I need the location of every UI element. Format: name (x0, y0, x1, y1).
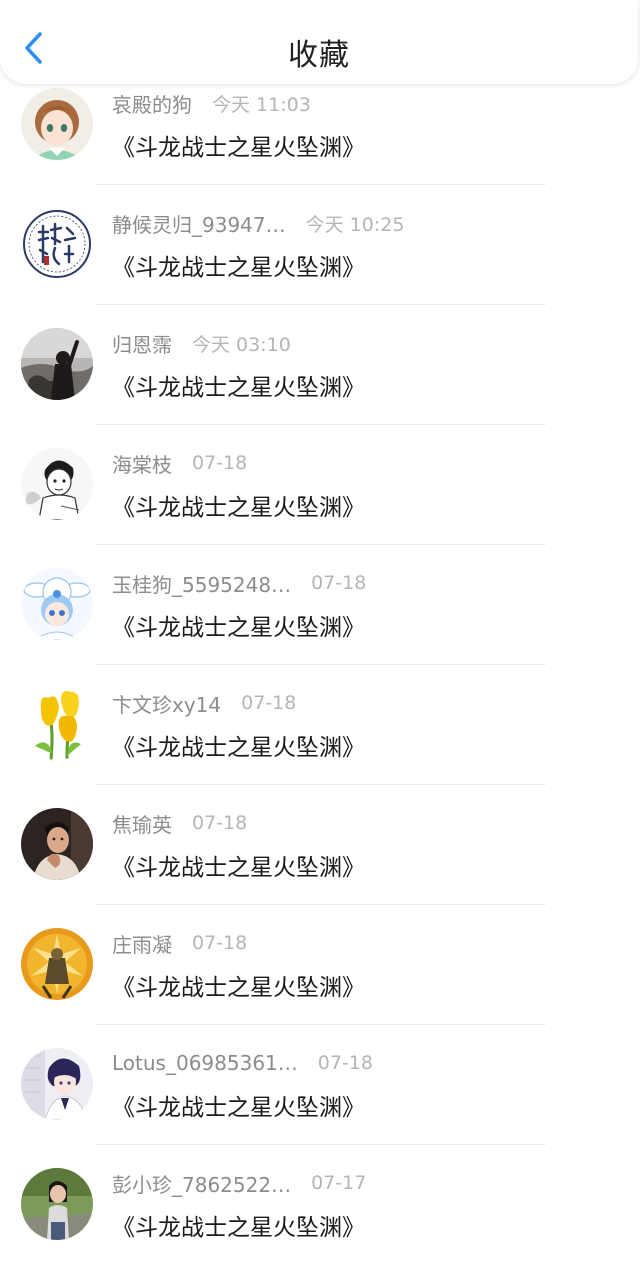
avatar-cinnamoroll-girl-image (21, 568, 93, 640)
avatar[interactable] (21, 1168, 93, 1240)
avatar-girl-outdoor-image (21, 1168, 93, 1240)
item-meta: Lotus_06985361… 07-18 (112, 1050, 373, 1076)
list-item[interactable]: 卞文珍xy14 07-18 《斗龙战士之星火坠渊》 (0, 688, 640, 808)
book-title[interactable]: 《斗龙战士之星火坠渊》 (112, 968, 365, 1002)
divider (96, 1144, 546, 1145)
avatar[interactable] (21, 208, 93, 280)
divider (96, 424, 546, 425)
username[interactable]: 哀殿的狗 (112, 89, 192, 118)
book-title[interactable]: 《斗龙战士之星火坠渊》 (112, 368, 365, 402)
username[interactable]: 彭小珍_7862522… (112, 1169, 291, 1198)
timestamp: 07-18 (192, 932, 248, 954)
timestamp: 07-18 (311, 572, 367, 594)
avatar[interactable] (21, 328, 93, 400)
username[interactable]: 卞文珍xy14 (112, 689, 221, 718)
top-nav-bar: 收藏 (0, 0, 638, 84)
timestamp: 今天 11:03 (212, 93, 311, 116)
item-meta: 静候灵归_93947… 今天 10:25 (112, 209, 405, 238)
username[interactable]: 庄雨凝 (112, 929, 172, 958)
item-meta: 玉桂狗_5595248… 07-18 (112, 569, 367, 598)
avatar-calligraphy-seal-image (21, 208, 93, 280)
avatar[interactable] (21, 928, 93, 1000)
book-title[interactable]: 《斗龙战士之星火坠渊》 (112, 1208, 365, 1242)
avatar-girl-silhouette-image (21, 328, 93, 400)
item-meta: 卞文珍xy14 07-18 (112, 689, 297, 718)
divider (96, 664, 546, 665)
avatar-anime-boy-image (21, 1048, 93, 1120)
avatar-young-man-image (21, 808, 93, 880)
page-title: 收藏 (288, 38, 350, 73)
timestamp: 07-18 (192, 812, 248, 834)
item-meta: 焦瑜英 07-18 (112, 809, 248, 838)
list-item[interactable]: 焦瑜英 07-18 《斗龙战士之星火坠渊》 (0, 808, 640, 928)
username[interactable]: 海棠枝 (112, 449, 172, 478)
avatar[interactable] (21, 448, 93, 520)
timestamp: 今天 03:10 (192, 333, 291, 356)
book-title[interactable]: 《斗龙战士之星火坠渊》 (112, 848, 365, 882)
username[interactable]: Lotus_06985361… (112, 1051, 298, 1075)
book-title[interactable]: 《斗龙战士之星火坠渊》 (112, 128, 365, 162)
avatar-yellow-tulips-image (21, 688, 93, 760)
book-title[interactable]: 《斗龙战士之星火坠渊》 (112, 608, 365, 642)
item-meta: 彭小珍_7862522… 07-17 (112, 1169, 367, 1198)
item-meta: 归恩霈 今天 03:10 (112, 329, 291, 358)
book-title[interactable]: 《斗龙战士之星火坠渊》 (112, 488, 365, 522)
divider (96, 304, 546, 305)
avatar-golden-creature-image (21, 928, 93, 1000)
book-title[interactable]: 《斗龙战士之星火坠渊》 (112, 728, 365, 762)
book-title[interactable]: 《斗龙战士之星火坠渊》 (112, 248, 365, 282)
list-item[interactable]: 彭小珍_7862522… 07-17 《斗龙战士之星火坠渊》 (0, 1168, 640, 1288)
timestamp: 07-17 (311, 1172, 367, 1194)
avatar-anime-girl-image (21, 88, 93, 160)
list-item[interactable]: Lotus_06985361… 07-18 《斗龙战士之星火坠渊》 (0, 1048, 640, 1168)
avatar[interactable] (21, 568, 93, 640)
username[interactable]: 静候灵归_93947… (112, 209, 286, 238)
timestamp: 07-18 (192, 452, 248, 474)
username[interactable]: 玉桂狗_5595248… (112, 569, 291, 598)
avatar[interactable] (21, 88, 93, 160)
timestamp: 07-18 (241, 692, 297, 714)
list-item[interactable]: 哀殿的狗 今天 11:03 《斗龙战士之星火坠渊》 (0, 88, 640, 208)
list-item[interactable]: 归恩霈 今天 03:10 《斗龙战士之星火坠渊》 (0, 328, 640, 448)
avatar[interactable] (21, 1048, 93, 1120)
divider (96, 184, 546, 185)
username[interactable]: 焦瑜英 (112, 809, 172, 838)
item-meta: 庄雨凝 07-18 (112, 929, 248, 958)
divider (96, 544, 546, 545)
divider (96, 904, 546, 905)
username[interactable]: 归恩霈 (112, 329, 172, 358)
timestamp: 07-18 (317, 1052, 373, 1074)
list-item[interactable]: 静候灵归_93947… 今天 10:25 《斗龙战士之星火坠渊》 (0, 208, 640, 328)
list-item[interactable]: 海棠枝 07-18 《斗龙战士之星火坠渊》 (0, 448, 640, 568)
timestamp: 今天 10:25 (305, 213, 405, 236)
avatar-manga-boy-image (21, 448, 93, 520)
list-item[interactable]: 玉桂狗_5595248… 07-18 《斗龙战士之星火坠渊》 (0, 568, 640, 688)
avatar[interactable] (21, 808, 93, 880)
item-meta: 海棠枝 07-18 (112, 449, 248, 478)
list-item[interactable]: 庄雨凝 07-18 《斗龙战士之星火坠渊》 (0, 928, 640, 1048)
book-title[interactable]: 《斗龙战士之星火坠渊》 (112, 1088, 365, 1122)
item-meta: 哀殿的狗 今天 11:03 (112, 89, 311, 118)
divider (96, 1024, 546, 1025)
divider (96, 784, 546, 785)
avatar[interactable] (21, 688, 93, 760)
